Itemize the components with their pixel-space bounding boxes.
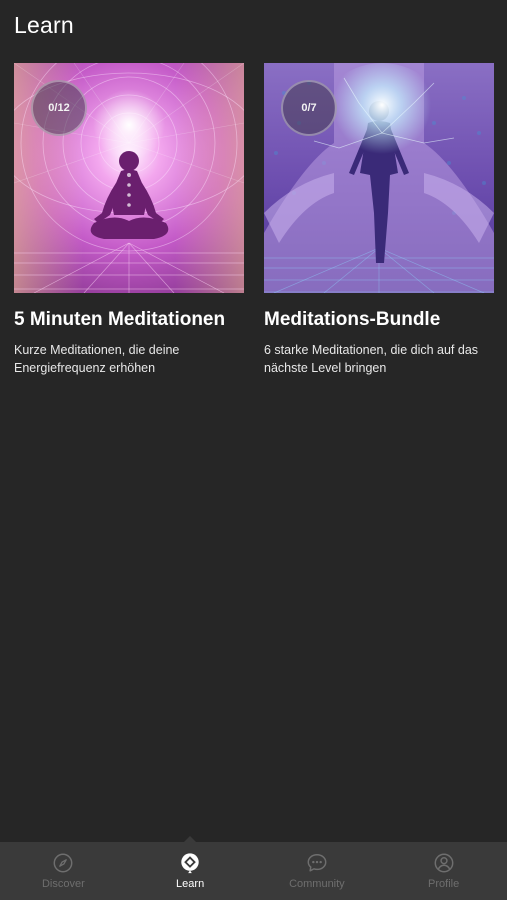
course-description: Kurze Meditationen, die deine Energiefre…: [14, 343, 180, 375]
tab-label: Learn: [176, 878, 205, 890]
progress-badge: 0/12: [31, 80, 87, 136]
tab-label: Profile: [428, 878, 460, 890]
course-card-meditations-bundle[interactable]: 0/7 Meditations-Bundle 6 starke Meditati…: [264, 63, 494, 377]
learn-screen: Learn 0/12 5 Minuten Meditationen Kurze …: [0, 0, 507, 900]
chat-bubble-icon: [307, 854, 327, 872]
active-tab-notch: [184, 836, 196, 842]
course-list: 0/12 5 Minuten Meditationen Kurze Medita…: [14, 63, 494, 377]
page-title: Learn: [14, 12, 74, 38]
user-icon: [434, 853, 454, 873]
progress-badge: 0/7: [281, 80, 337, 136]
course-thumbnail[interactable]: 0/7: [264, 63, 494, 293]
learn-icon: [181, 853, 199, 874]
course-card-5-minuten[interactable]: 0/12 5 Minuten Meditationen Kurze Medita…: [14, 63, 244, 377]
tab-learn[interactable]: Learn: [127, 842, 254, 900]
tab-label: Discover: [41, 878, 85, 890]
tab-label: Community: [289, 878, 345, 890]
tab-profile[interactable]: Profile: [380, 842, 507, 900]
compass-icon: [53, 853, 73, 873]
course-title[interactable]: 5 Minuten Meditationen: [14, 309, 244, 331]
tab-community[interactable]: Community: [254, 842, 381, 900]
course-title[interactable]: Meditations-Bundle: [264, 309, 494, 331]
bottom-tab-bar: Discover Learn Community Profile: [0, 836, 507, 900]
tab-discover[interactable]: Discover: [0, 842, 127, 900]
course-thumbnail[interactable]: 0/12: [14, 63, 244, 293]
course-description: 6 starke Meditationen, die dich auf das …: [264, 343, 479, 375]
